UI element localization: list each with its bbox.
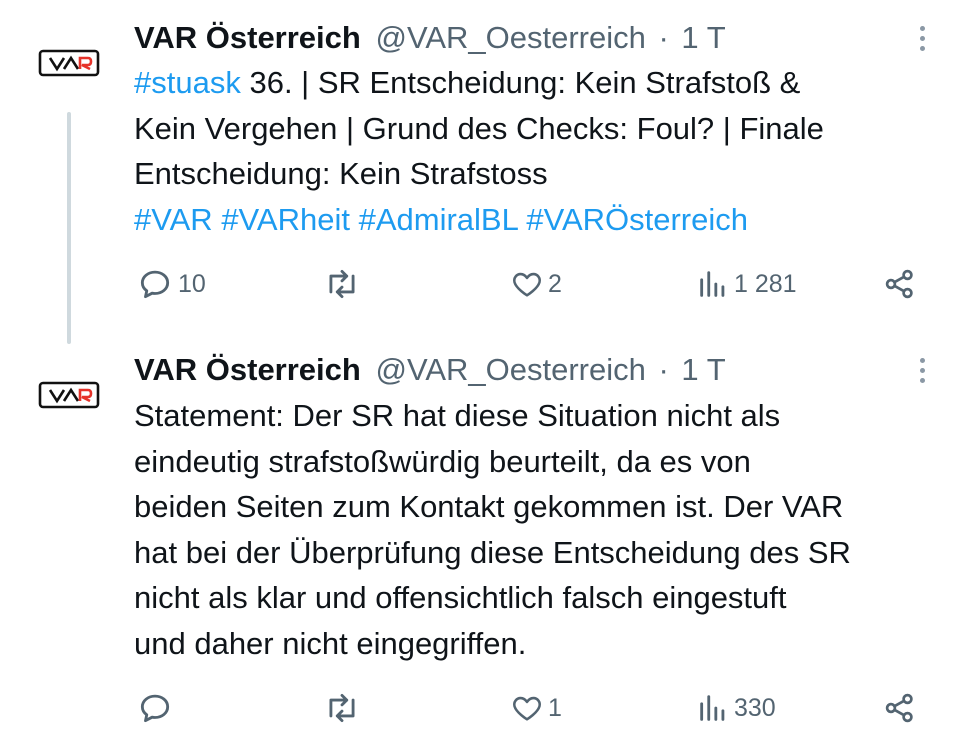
views-button[interactable]: 1 281 — [696, 264, 797, 304]
thread-connector-line — [67, 112, 71, 344]
like-button[interactable]: 2 — [510, 264, 562, 304]
hashtag-link[interactable]: #VARÖsterreich — [526, 202, 748, 237]
retweet-icon — [329, 269, 355, 299]
text-line: Kein Vergehen | Grund des Checks: Foul? … — [134, 110, 824, 146]
display-name[interactable]: VAR Österreich — [134, 20, 361, 55]
tweet-text: #stuask 36. | SR Entscheidung: Kein Stra… — [134, 60, 934, 242]
text-line: beiden Seiten zum Kontakt gekommen ist. … — [134, 489, 844, 524]
views-icon — [700, 695, 725, 721]
text-line: Entscheidung: Kein Strafstoss — [134, 156, 548, 191]
avatar[interactable] — [38, 380, 100, 410]
like-button[interactable]: 1 — [510, 688, 562, 728]
more-options-icon[interactable] — [910, 350, 934, 390]
heart-icon — [513, 272, 541, 297]
hashtag-link[interactable]: #VAR — [134, 202, 213, 237]
text-line: und daher nicht eingegriffen. — [134, 625, 527, 661]
action-bar: 1 330 — [0, 688, 968, 728]
avatar[interactable] — [38, 48, 100, 78]
hashtag-link[interactable]: #VARheit — [221, 202, 350, 237]
text-line: 36. | SR Entscheidung: Kein Strafstoß & — [240, 65, 801, 100]
text-line: hat bei der Überprüfung diese Entscheidu… — [134, 534, 851, 570]
hashtag-link[interactable]: #AdmiralBL — [359, 202, 518, 237]
reply-icon — [140, 270, 170, 299]
var-logo-icon — [38, 381, 100, 409]
like-count: 1 — [548, 693, 562, 722]
retweet-button[interactable] — [322, 264, 366, 304]
var-logo-icon — [38, 49, 100, 77]
more-options-icon[interactable] — [910, 18, 934, 58]
like-count: 2 — [548, 269, 562, 298]
separator: · — [658, 20, 669, 55]
display-name[interactable]: VAR Österreich — [134, 352, 361, 387]
share-icon — [885, 269, 913, 299]
separator: · — [658, 352, 669, 387]
heart-icon — [513, 696, 541, 721]
tweet-header: VAR Österreich @VAR_Oesterreich · 1 T — [134, 18, 726, 58]
handle[interactable]: @VAR_Oesterreich — [375, 20, 645, 55]
text-line: eindeutig strafstoßwürdig beurteilt, da … — [134, 443, 751, 479]
share-button[interactable] — [882, 688, 918, 728]
timestamp[interactable]: 1 T — [681, 352, 725, 387]
handle[interactable]: @VAR_Oesterreich — [375, 352, 645, 387]
reply-count: 10 — [178, 269, 206, 298]
views-count: 330 — [734, 693, 776, 722]
retweet-icon — [329, 693, 355, 723]
share-icon — [885, 693, 913, 723]
text-line: nicht als klar und offensichtlich falsch… — [134, 580, 787, 615]
share-button[interactable] — [882, 264, 918, 304]
tweet-text: Statement: Der SR hat diese Situation ni… — [134, 393, 934, 666]
action-bar: 10 2 1 281 — [0, 264, 968, 304]
reply-button[interactable] — [136, 688, 178, 728]
views-count: 1 281 — [734, 269, 797, 298]
text-line: Statement: Der SR hat diese Situation ni… — [134, 398, 781, 433]
reply-icon — [140, 694, 170, 723]
timestamp[interactable]: 1 T — [681, 20, 725, 55]
views-button[interactable]: 330 — [696, 688, 776, 728]
tweet-header: VAR Österreich @VAR_Oesterreich · 1 T — [134, 350, 726, 390]
retweet-button[interactable] — [322, 688, 366, 728]
views-icon — [700, 271, 725, 297]
hashtag-link[interactable]: #stuask — [134, 65, 241, 100]
reply-button[interactable]: 10 — [136, 264, 206, 304]
